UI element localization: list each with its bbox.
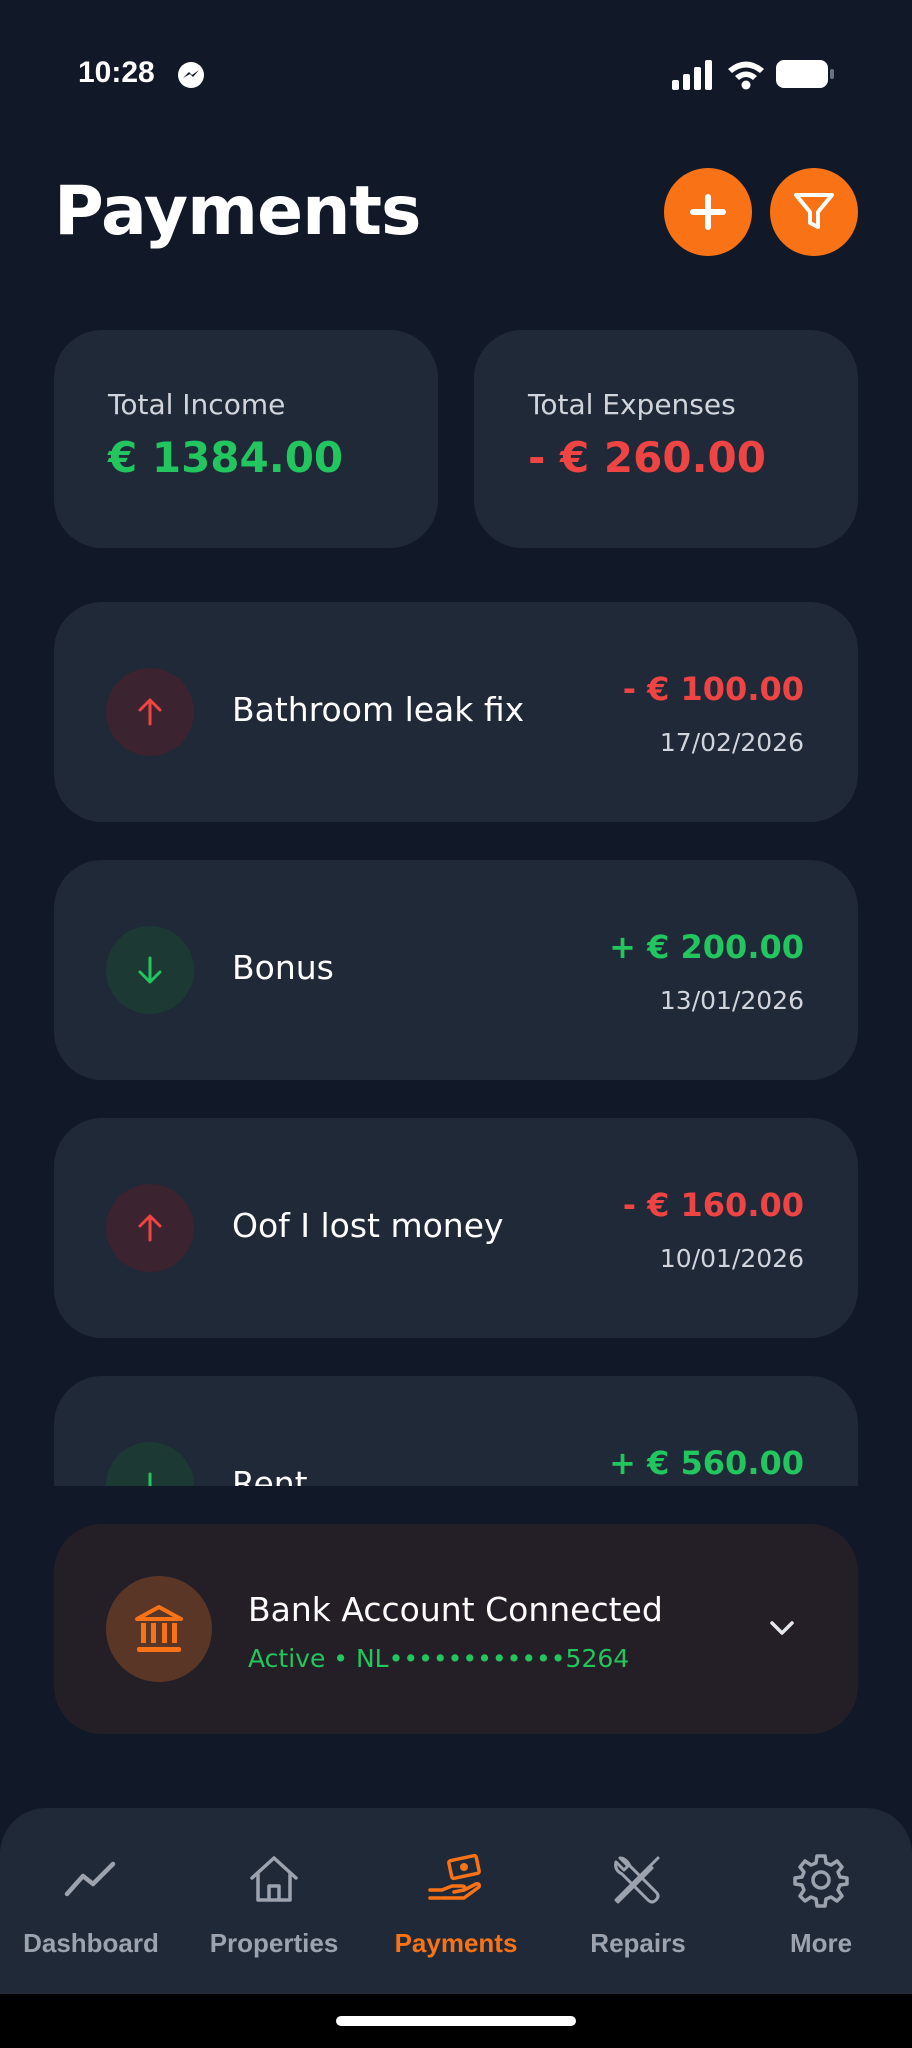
transaction-item[interactable]: Bonus + € 200.00 13/01/2026 xyxy=(54,860,858,1080)
transaction-list[interactable]: Bathroom leak fix - € 100.00 17/02/2026 … xyxy=(54,602,858,1486)
transaction-amount: - € 160.00 xyxy=(622,1186,804,1224)
nav-label: More xyxy=(789,1928,853,1958)
home-indicator[interactable] xyxy=(336,2016,576,2026)
transaction-amount: - € 100.00 xyxy=(622,670,804,708)
nav-item-repairs[interactable]: Repairs xyxy=(547,1808,729,1994)
tools-icon xyxy=(614,1856,660,1904)
page-title: Payments xyxy=(54,172,421,251)
bottom-navigation: Dashboard Properties Payments Repairs Mo… xyxy=(0,1808,912,1994)
house-icon xyxy=(250,1856,298,1902)
total-income-value: € 1384.00 xyxy=(108,433,344,482)
nav-item-properties[interactable]: Properties xyxy=(183,1808,365,1994)
bank-account-card[interactable]: Bank Account Connected Active • NL••••••… xyxy=(54,1524,858,1734)
bank-account-status: Active • NL••••••••••••5264 xyxy=(248,1644,630,1673)
arrow-down-icon xyxy=(106,1442,194,1486)
transaction-amount: + € 200.00 xyxy=(609,928,804,966)
nav-label: Repairs xyxy=(590,1928,686,1958)
filter-button[interactable] xyxy=(770,168,858,256)
add-payment-button[interactable] xyxy=(664,168,752,256)
nav-label: Dashboard xyxy=(23,1928,159,1958)
bank-icon xyxy=(106,1576,212,1682)
transaction-item[interactable]: Bathroom leak fix - € 100.00 17/02/2026 xyxy=(54,602,858,822)
transaction-item[interactable]: Rent + € 560.00 xyxy=(54,1376,858,1486)
status-time: 10:28 xyxy=(78,56,155,89)
battery-icon xyxy=(776,60,834,88)
arrow-down-icon xyxy=(106,926,194,1014)
bank-account-title: Bank Account Connected xyxy=(248,1590,663,1629)
plus-icon xyxy=(690,194,726,230)
nav-label: Payments xyxy=(394,1928,518,1958)
transaction-date: 13/01/2026 xyxy=(659,986,804,1015)
wifi-icon xyxy=(728,61,764,90)
chevron-down-icon[interactable] xyxy=(764,1610,800,1646)
total-income-label: Total Income xyxy=(108,388,286,421)
cellular-signal-icon xyxy=(672,60,712,90)
chart-line-icon xyxy=(64,1861,116,1897)
messenger-icon xyxy=(178,62,204,88)
transaction-item[interactable]: Oof I lost money - € 160.00 10/01/2026 xyxy=(54,1118,858,1338)
filter-icon xyxy=(794,193,834,229)
nav-item-payments[interactable]: Payments xyxy=(365,1808,547,1994)
total-income-card: Total Income € 1384.00 xyxy=(54,330,438,548)
transaction-title: Rent xyxy=(232,1464,308,1486)
transaction-title: Bathroom leak fix xyxy=(232,690,525,729)
total-expenses-label: Total Expenses xyxy=(528,388,736,421)
nav-label: Properties xyxy=(209,1928,339,1958)
nav-item-more[interactable]: More xyxy=(730,1808,912,1994)
total-expenses-value: - € 260.00 xyxy=(528,433,766,482)
gear-icon xyxy=(793,1854,849,1908)
transaction-date: 17/02/2026 xyxy=(659,728,804,757)
transaction-amount: + € 560.00 xyxy=(609,1444,804,1482)
total-expenses-card: Total Expenses - € 260.00 xyxy=(474,330,858,548)
status-bar: 10:28 xyxy=(0,0,912,150)
transaction-title: Bonus xyxy=(232,948,334,987)
nav-item-dashboard[interactable]: Dashboard xyxy=(0,1808,182,1994)
hand-money-icon xyxy=(428,1853,481,1900)
arrow-up-icon xyxy=(106,1184,194,1272)
transaction-title: Oof I lost money xyxy=(232,1206,504,1245)
transaction-date: 10/01/2026 xyxy=(659,1244,804,1273)
arrow-up-icon xyxy=(106,668,194,756)
